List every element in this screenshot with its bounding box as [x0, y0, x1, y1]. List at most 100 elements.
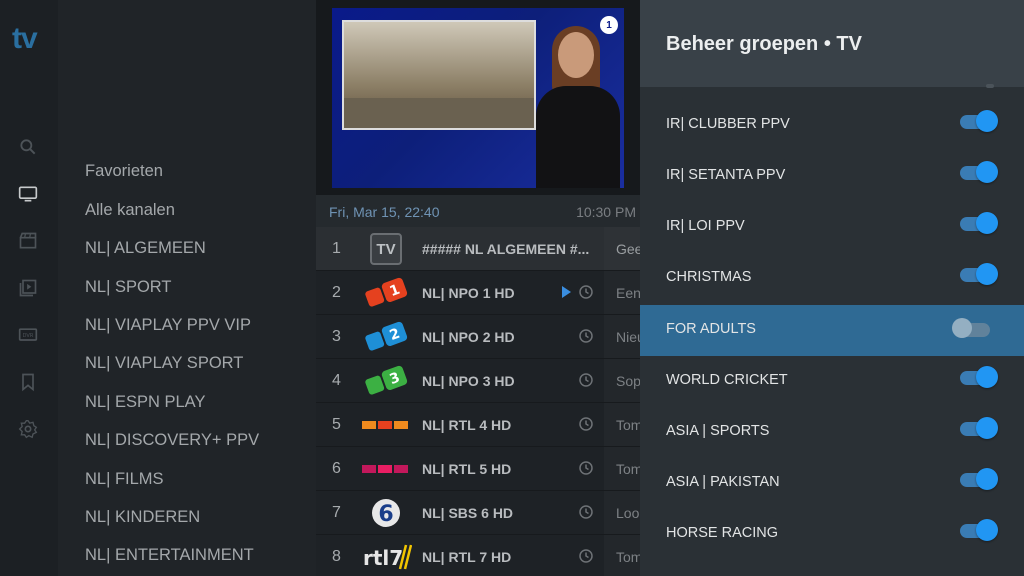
channel-row[interactable]: 8 rtl7 NL| RTL 7 HD Tom — [316, 535, 640, 576]
tv-icon[interactable] — [17, 183, 39, 205]
channel-row[interactable]: 7 6 NL| SBS 6 HD Loo — [316, 491, 640, 535]
catchup-icon[interactable] — [578, 372, 594, 388]
movie-icon[interactable] — [17, 230, 39, 252]
channel-name: NL| RTL 4 HD — [422, 417, 512, 433]
rtl7-logo-icon: rtl7 — [360, 541, 412, 573]
group-toggle-row[interactable]: IR| CLUBBER PPV — [640, 100, 1024, 151]
group-toggle-row[interactable]: HORSE RACING — [640, 509, 1024, 560]
catchup-icon[interactable] — [578, 548, 594, 564]
channel-number: 2 — [332, 284, 341, 301]
video-inset-image — [342, 20, 536, 130]
group-toggle-row[interactable]: CHRISTMAS — [640, 253, 1024, 304]
catchup-icon[interactable] — [578, 416, 594, 432]
panel-title: Beheer groepen • TV — [666, 33, 862, 55]
app-logo: tv — [12, 22, 38, 55]
group-list: Favorieten Alle kanalen NL| ALGEMEEN NL|… — [58, 0, 316, 576]
catchup-icon[interactable] — [578, 328, 594, 344]
group-toggle-row[interactable]: WORLD CRICKET — [640, 356, 1024, 407]
group-item[interactable]: Alle kanalen — [85, 201, 175, 220]
group-toggle-row[interactable]: IR| SETANTA PPV — [640, 151, 1024, 202]
channel-bug-icon: 1 — [600, 16, 618, 34]
channel-row[interactable]: 5 NL| RTL 4 HD Tom — [316, 403, 640, 447]
catchup-icon[interactable] — [578, 460, 594, 476]
catchup-icon[interactable] — [578, 284, 594, 300]
scroll-indicator — [986, 84, 994, 88]
group-item[interactable]: NL| FILMS — [85, 470, 164, 489]
group-item[interactable]: NL| ESPN PLAY — [85, 393, 205, 412]
program-title[interactable]: Nieu — [604, 315, 640, 358]
group-switch[interactable] — [960, 263, 998, 285]
group-toggle-row[interactable]: IR| LOI PPV — [640, 202, 1024, 253]
npo1-logo-icon: 1 — [360, 277, 412, 309]
now-playing-icon — [562, 286, 571, 298]
group-toggle-label: WORLD CRICKET — [666, 372, 788, 388]
channel-name: NL| RTL 7 HD — [422, 549, 512, 565]
channel-number: 3 — [332, 328, 341, 345]
sbs6-logo-icon: 6 — [360, 497, 412, 529]
channel-name: NL| NPO 3 HD — [422, 373, 515, 389]
rtl5-logo-icon — [360, 453, 412, 485]
program-title[interactable]: Een — [604, 271, 640, 314]
search-icon[interactable] — [17, 136, 39, 158]
epg-date: Fri, Mar 15, 22:40 — [329, 204, 440, 220]
svg-text:rtl7: rtl7 — [363, 546, 403, 570]
group-switch[interactable] — [960, 417, 998, 439]
program-title[interactable]: Sop — [604, 359, 640, 402]
panel-header: Beheer groepen • TV — [640, 0, 1024, 87]
group-toggle-row[interactable]: ASIA | SPORTS — [640, 407, 1024, 458]
channel-number: 8 — [332, 548, 341, 565]
group-toggle-row[interactable]: FOR ADULTS — [640, 305, 1024, 356]
program-title[interactable]: Gee — [604, 227, 640, 270]
catchup-icon[interactable] — [578, 504, 594, 520]
group-switch[interactable] — [952, 318, 990, 338]
group-item[interactable]: Favorieten — [85, 162, 163, 181]
group-toggle-label: FOR ADULTS — [666, 321, 756, 337]
group-toggle-label: HORSE RACING — [666, 525, 778, 541]
epg-header: Fri, Mar 15, 22:40 10:30 PM — [316, 195, 640, 227]
program-title[interactable]: Tom — [604, 535, 640, 576]
presenter-image — [532, 24, 622, 188]
group-toggle-label: IR| CLUBBER PPV — [666, 116, 790, 132]
group-toggle-label: CHRISTMAS — [666, 269, 752, 285]
channel-row[interactable]: 2 1 NL| NPO 1 HD Een — [316, 271, 640, 315]
group-switch[interactable] — [960, 161, 998, 183]
bookmark-icon[interactable] — [17, 371, 39, 393]
group-item[interactable]: NL| VIAPLAY PPV VIP — [85, 316, 251, 335]
settings-icon[interactable] — [17, 418, 39, 440]
manage-groups-panel: Beheer groepen • TV IR| CLUBBER PPV IR| … — [640, 0, 1024, 576]
program-title[interactable]: Tom — [604, 447, 640, 490]
channel-list: 1 TV ##### NL ALGEMEEN #... Gee 2 1 NL| … — [316, 227, 640, 576]
group-item[interactable]: NL| KINDEREN — [85, 508, 200, 527]
rtl4-logo-icon — [360, 409, 412, 441]
channel-row[interactable]: 4 3 NL| NPO 3 HD Sop — [316, 359, 640, 403]
group-switch[interactable] — [960, 110, 998, 132]
channel-number: 6 — [332, 460, 341, 477]
series-icon[interactable] — [17, 277, 39, 299]
program-title[interactable]: Tom — [604, 403, 640, 446]
group-item[interactable]: NL| SPORT — [85, 278, 172, 297]
group-switch[interactable] — [960, 366, 998, 388]
video-frame: 1 — [332, 8, 624, 188]
group-item[interactable]: NL| DISCOVERY+ PPV — [85, 431, 259, 450]
group-item[interactable]: NL| VIAPLAY SPORT — [85, 354, 243, 373]
group-switch[interactable] — [960, 468, 998, 490]
channel-name: ##### NL ALGEMEEN #... — [422, 241, 590, 257]
program-title[interactable]: Loo — [604, 491, 640, 534]
group-switch[interactable] — [960, 212, 998, 234]
group-toggle-label: IR| SETANTA PPV — [666, 167, 786, 183]
epg-time: 10:30 PM — [576, 204, 636, 220]
video-preview[interactable]: 1 — [316, 0, 640, 195]
group-switch[interactable] — [960, 519, 998, 541]
channel-row[interactable]: 3 2 NL| NPO 2 HD Nieu — [316, 315, 640, 359]
group-toggle-row[interactable]: ASIA | PAKISTAN — [640, 458, 1024, 509]
channel-number: 7 — [332, 504, 341, 521]
channel-number: 5 — [332, 416, 341, 433]
channel-row[interactable]: 6 NL| RTL 5 HD Tom — [316, 447, 640, 491]
svg-text:6: 6 — [378, 502, 393, 527]
group-item[interactable]: NL| ALGEMEEN — [85, 239, 206, 258]
channel-name: NL| NPO 2 HD — [422, 329, 515, 345]
channel-name: NL| RTL 5 HD — [422, 461, 512, 477]
group-item[interactable]: NL| ENTERTAINMENT — [85, 546, 254, 565]
channel-row[interactable]: 1 TV ##### NL ALGEMEEN #... Gee — [316, 227, 640, 271]
dvr-icon[interactable]: DVR — [17, 324, 39, 346]
